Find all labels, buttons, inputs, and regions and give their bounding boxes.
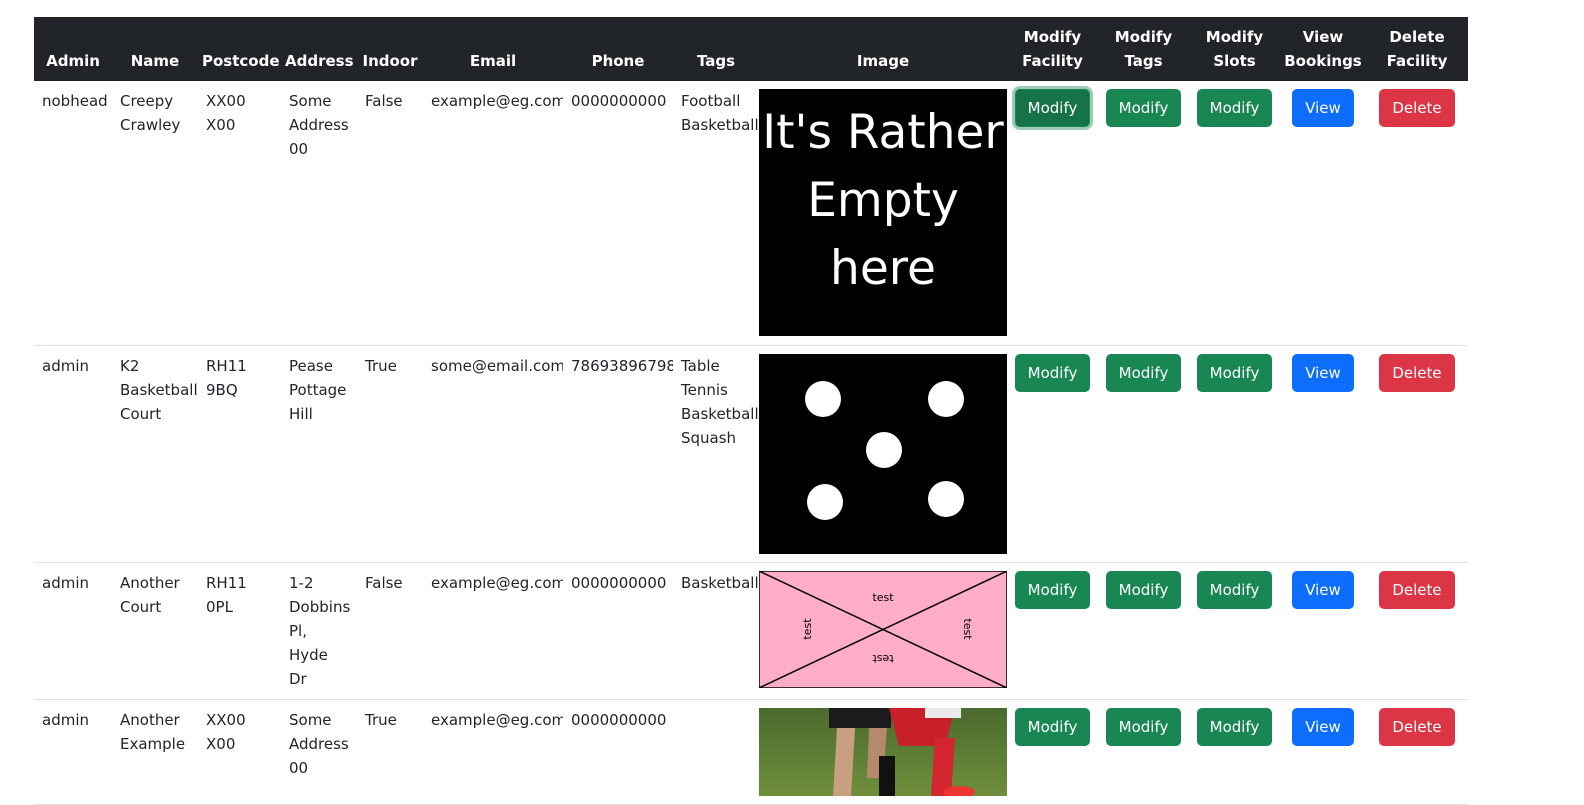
cell-email: some@email.com bbox=[423, 345, 563, 563]
cell-tags: Basketball bbox=[673, 562, 759, 700]
facilities-table-container: Admin Name Postcode Address Indoor Email… bbox=[34, 17, 1468, 805]
modify-slots-button[interactable]: Modify bbox=[1196, 707, 1273, 746]
cell-address: 1-2 Dobbins Pl, Hyde Dr bbox=[281, 562, 357, 700]
facility-image-placeholder: It's Rather Empty here bbox=[759, 89, 1007, 336]
modify-slots-button[interactable]: Modify bbox=[1196, 570, 1273, 609]
header-admin: Admin bbox=[34, 17, 112, 81]
cell-name: Another Example bbox=[112, 699, 198, 805]
modify-facility-button[interactable]: Modify bbox=[1014, 707, 1091, 746]
cell-indoor: True bbox=[357, 699, 423, 805]
tag-item: Basketball bbox=[681, 404, 759, 423]
header-tags: Tags bbox=[673, 17, 759, 81]
cell-postcode: RH11 9BQ bbox=[198, 345, 281, 563]
dice-pip bbox=[805, 380, 841, 417]
header-modify-facility: Modify Facility bbox=[1007, 17, 1098, 81]
tag-item: Basketball bbox=[681, 573, 759, 592]
cell-admin: admin bbox=[34, 562, 112, 700]
tag-item: Football bbox=[681, 92, 741, 110]
cell-image: test test test test bbox=[759, 562, 1007, 700]
cell-indoor: False bbox=[357, 81, 423, 346]
cell-image bbox=[759, 699, 1007, 805]
table-body: nobhead Creepy Crawley XX00 X00 Some Add… bbox=[34, 81, 1468, 805]
cell-postcode: XX00 X00 bbox=[198, 699, 281, 805]
cell-email: example@eg.com bbox=[423, 562, 563, 700]
cell-name: Another Court bbox=[112, 562, 198, 700]
facility-image-football-photo bbox=[759, 707, 1007, 796]
delete-facility-button[interactable]: Delete bbox=[1379, 89, 1455, 127]
header-postcode: Postcode bbox=[198, 17, 281, 81]
delete-facility-button[interactable]: Delete bbox=[1379, 570, 1455, 609]
cell-tags: Table Tennis Basketball Squash bbox=[673, 345, 759, 563]
table-row: admin K2 Basketball Court RH11 9BQ Pease… bbox=[34, 345, 1468, 563]
header-view-bookings: View Bookings bbox=[1280, 17, 1366, 81]
cell-tags bbox=[673, 699, 759, 805]
modify-facility-button[interactable]: Modify bbox=[1014, 353, 1091, 392]
header-indoor: Indoor bbox=[357, 17, 423, 81]
modify-facility-button[interactable]: Modify bbox=[1014, 89, 1091, 127]
cell-name: Creepy Crawley bbox=[112, 81, 198, 346]
tag-item: Squash bbox=[681, 428, 737, 447]
cell-postcode: XX00 X00 bbox=[198, 81, 281, 346]
facility-image-dice bbox=[759, 353, 1007, 554]
tag-item: Table Tennis bbox=[681, 356, 728, 399]
facilities-table: Admin Name Postcode Address Indoor Email… bbox=[34, 17, 1468, 805]
cell-phone: 78693896798 bbox=[563, 345, 673, 563]
table-row: admin Another Example XX00 X00 Some Addr… bbox=[34, 699, 1468, 805]
cell-email: example@eg.com bbox=[423, 81, 563, 346]
test-label-bottom: test bbox=[872, 652, 894, 665]
modify-tags-button[interactable]: Modify bbox=[1105, 89, 1182, 127]
modify-slots-button[interactable]: Modify bbox=[1196, 353, 1273, 392]
cell-postcode: RH11 0PL bbox=[198, 562, 281, 700]
header-address: Address bbox=[281, 17, 357, 81]
header-modify-slots: Modify Slots bbox=[1189, 17, 1280, 81]
test-label-top: test bbox=[872, 591, 894, 604]
cell-address: Some Address 00 bbox=[281, 699, 357, 805]
cell-tags: Football Basketball bbox=[673, 81, 759, 346]
cell-email: example@eg.com bbox=[423, 699, 563, 805]
table-row: admin Another Court RH11 0PL 1-2 Dobbins… bbox=[34, 562, 1468, 700]
cell-admin: nobhead bbox=[34, 81, 112, 346]
delete-facility-button[interactable]: Delete bbox=[1379, 707, 1455, 746]
header-name: Name bbox=[112, 17, 198, 81]
dice-pip bbox=[928, 480, 964, 517]
cell-admin: admin bbox=[34, 699, 112, 805]
view-bookings-button[interactable]: View bbox=[1292, 353, 1354, 392]
cell-address: Some Address 00 bbox=[281, 81, 357, 346]
delete-facility-button[interactable]: Delete bbox=[1379, 353, 1455, 392]
cell-indoor: False bbox=[357, 562, 423, 700]
header-image: Image bbox=[759, 17, 1007, 81]
cell-admin: admin bbox=[34, 345, 112, 563]
modify-tags-button[interactable]: Modify bbox=[1105, 353, 1182, 392]
tag-item: Basketball bbox=[681, 116, 759, 134]
facility-image-test-placeholder: test test test test bbox=[759, 570, 1007, 688]
modify-slots-button[interactable]: Modify bbox=[1196, 89, 1273, 127]
cell-phone: 0000000000 bbox=[563, 81, 673, 346]
view-bookings-button[interactable]: View bbox=[1292, 707, 1354, 746]
dice-pip bbox=[807, 483, 843, 520]
test-label-left: test bbox=[801, 617, 814, 639]
dice-pip bbox=[866, 431, 902, 468]
cell-phone: 0000000000 bbox=[563, 562, 673, 700]
cell-name: K2 Basketball Court bbox=[112, 345, 198, 563]
cell-indoor: True bbox=[357, 345, 423, 563]
modify-tags-button[interactable]: Modify bbox=[1105, 707, 1182, 746]
view-bookings-button[interactable]: View bbox=[1292, 89, 1354, 127]
cell-image bbox=[759, 345, 1007, 563]
header-email: Email bbox=[423, 17, 563, 81]
cell-image: It's Rather Empty here bbox=[759, 81, 1007, 346]
test-label-right: test bbox=[961, 618, 974, 640]
modify-tags-button[interactable]: Modify bbox=[1105, 570, 1182, 609]
view-bookings-button[interactable]: View bbox=[1292, 570, 1354, 609]
table-header: Admin Name Postcode Address Indoor Email… bbox=[34, 17, 1468, 81]
header-delete-facility: Delete Facility bbox=[1366, 17, 1468, 81]
header-phone: Phone bbox=[563, 17, 673, 81]
header-modify-tags: Modify Tags bbox=[1098, 17, 1189, 81]
modify-facility-button[interactable]: Modify bbox=[1014, 570, 1091, 609]
dice-pip bbox=[928, 380, 964, 417]
cell-phone: 0000000000 bbox=[563, 699, 673, 805]
table-row: nobhead Creepy Crawley XX00 X00 Some Add… bbox=[34, 81, 1468, 346]
cell-address: Pease Pottage Hill bbox=[281, 345, 357, 563]
